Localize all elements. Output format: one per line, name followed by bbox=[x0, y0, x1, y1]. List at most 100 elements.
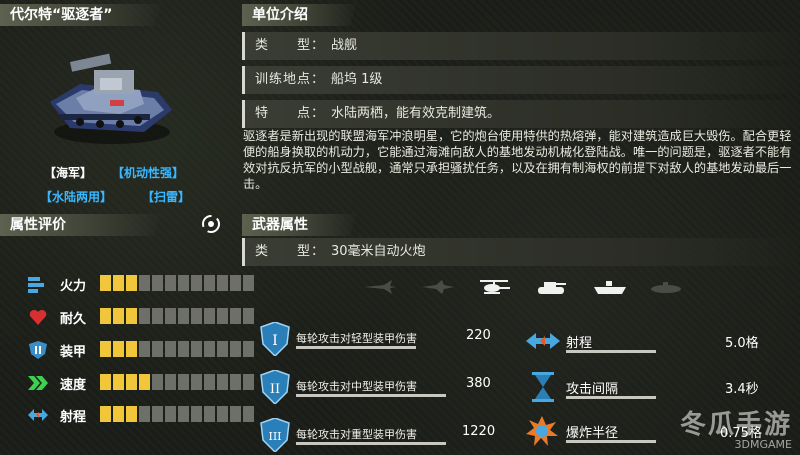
level-segment bbox=[152, 406, 163, 422]
level-segment bbox=[230, 275, 241, 291]
intro-place-value: 船坞 1级 bbox=[331, 72, 383, 87]
armor-heavy-icon: III bbox=[260, 418, 290, 452]
helicopter-icon bbox=[480, 280, 510, 294]
prop-interval-value: 3.4秒 bbox=[725, 382, 759, 397]
svg-text:I: I bbox=[272, 333, 278, 349]
level-segment bbox=[178, 406, 189, 422]
damage-light: I 每轮攻击对轻型装甲伤害 220 bbox=[250, 322, 510, 358]
prop-range-label: 射程 bbox=[566, 336, 593, 351]
level-segment bbox=[191, 308, 202, 324]
svg-text:III: III bbox=[268, 430, 281, 443]
level-segment bbox=[165, 341, 176, 357]
level-segment bbox=[126, 341, 137, 357]
level-segment bbox=[178, 275, 189, 291]
tag-mobility: 【机动性强】 bbox=[112, 166, 185, 180]
ship-icon bbox=[594, 281, 626, 294]
hourglass-icon bbox=[532, 372, 554, 402]
attr-bar-range bbox=[100, 406, 254, 422]
submarine-icon bbox=[651, 282, 681, 293]
weapon-title: 武器属性 bbox=[252, 217, 308, 233]
level-segment bbox=[243, 275, 254, 291]
range-icon bbox=[28, 409, 48, 421]
level-segment bbox=[217, 275, 228, 291]
level-segment bbox=[113, 341, 124, 357]
level-segment bbox=[139, 308, 150, 324]
level-segment bbox=[204, 308, 215, 324]
weapon-type-key: 类 型： bbox=[255, 244, 326, 259]
level-segment bbox=[100, 374, 111, 390]
level-segment bbox=[126, 308, 137, 324]
attr-label-durability: 耐久 bbox=[60, 312, 87, 327]
level-segment bbox=[230, 308, 241, 324]
level-segment bbox=[217, 406, 228, 422]
attr-bar-firepower bbox=[100, 275, 254, 291]
level-segment bbox=[113, 308, 124, 324]
unit-name: 代尔特“驱逐者” bbox=[10, 7, 113, 23]
damage-heavy-underline bbox=[296, 442, 446, 445]
damage-light-underline bbox=[296, 346, 416, 349]
plane-icon bbox=[422, 280, 454, 294]
tag-amphibious: 【水陆两用】 bbox=[40, 190, 113, 204]
intro-feature-key: 特 点： bbox=[255, 106, 326, 121]
level-segment bbox=[113, 406, 124, 422]
level-segment bbox=[152, 374, 163, 390]
intro-place-row: 训练地点： 船坞 1级 bbox=[242, 66, 798, 94]
damage-medium: II 每轮攻击对中型装甲伤害 380 bbox=[250, 370, 510, 406]
attr-label-armor: 装甲 bbox=[60, 345, 87, 360]
range-icon bbox=[526, 333, 560, 349]
intro-type-key: 类 型： bbox=[255, 38, 326, 53]
armor-light-icon: I bbox=[260, 322, 290, 356]
level-segment bbox=[178, 374, 189, 390]
level-segment bbox=[217, 374, 228, 390]
firepower-icon bbox=[28, 277, 44, 293]
prop-range: 射程 5.0格 bbox=[520, 326, 790, 362]
level-segment bbox=[204, 275, 215, 291]
armor-medium-icon: II bbox=[260, 370, 290, 404]
prop-interval: 攻击间隔 3.4秒 bbox=[520, 372, 790, 408]
unit-image bbox=[50, 53, 172, 144]
explosion-icon bbox=[526, 416, 558, 446]
attr-bar-armor bbox=[100, 341, 254, 357]
level-segment bbox=[113, 275, 124, 291]
level-segment bbox=[100, 406, 111, 422]
damage-medium-underline bbox=[296, 394, 446, 397]
level-segment bbox=[191, 374, 202, 390]
damage-light-label: 每轮攻击对轻型装甲伤害 bbox=[296, 332, 417, 345]
level-segment bbox=[178, 308, 189, 324]
level-segment bbox=[100, 341, 111, 357]
intro-type-row: 类 型： 战舰 bbox=[242, 32, 798, 60]
heart-icon bbox=[29, 309, 47, 325]
level-segment bbox=[178, 341, 189, 357]
level-segment bbox=[165, 308, 176, 324]
prop-range-value: 5.0格 bbox=[725, 336, 759, 351]
level-segment bbox=[204, 374, 215, 390]
attr-label-speed: 速度 bbox=[60, 378, 87, 393]
level-segment bbox=[152, 275, 163, 291]
level-segment bbox=[126, 275, 137, 291]
level-segment bbox=[191, 275, 202, 291]
attr-bar-speed bbox=[100, 374, 254, 390]
intro-title: 单位介绍 bbox=[252, 7, 308, 23]
level-segment bbox=[139, 341, 150, 357]
level-segment bbox=[217, 308, 228, 324]
level-segment bbox=[217, 341, 228, 357]
damage-heavy-label: 每轮攻击对重型装甲伤害 bbox=[296, 428, 417, 441]
level-segment bbox=[191, 406, 202, 422]
level-segment bbox=[204, 341, 215, 357]
unit-name-header: 代尔特“驱逐者” bbox=[0, 4, 162, 26]
prop-radius-underline bbox=[566, 440, 656, 443]
watermark: 冬瓜手游 3DMGAME bbox=[680, 412, 792, 451]
intro-type-value: 战舰 bbox=[331, 38, 358, 53]
refresh-icon[interactable] bbox=[200, 213, 222, 235]
level-segment bbox=[204, 406, 215, 422]
tag-minesweep: 【扫雷】 bbox=[142, 190, 191, 204]
level-segment bbox=[100, 308, 111, 324]
damage-light-value: 220 bbox=[466, 328, 491, 343]
weapon-type-value: 30毫米自动火炮 bbox=[331, 244, 426, 259]
damage-heavy: III 每轮攻击对重型装甲伤害 1220 bbox=[250, 418, 510, 454]
prop-radius-label: 爆炸半径 bbox=[566, 426, 619, 441]
intro-place-key: 训练地点： bbox=[255, 72, 326, 87]
tank-icon bbox=[538, 282, 566, 294]
svg-text:II: II bbox=[270, 382, 280, 397]
level-segment bbox=[100, 275, 111, 291]
